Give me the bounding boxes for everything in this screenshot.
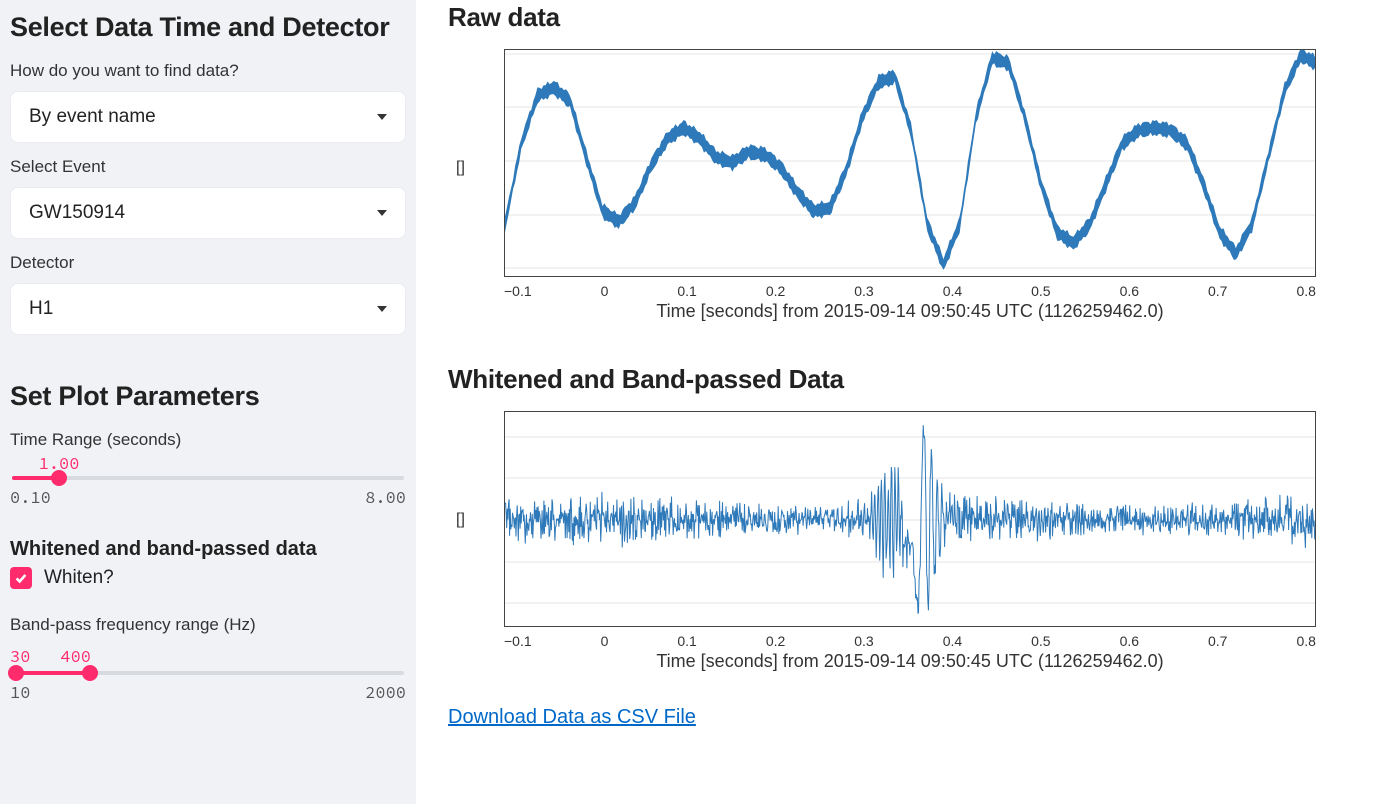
find-mode-select[interactable]: By event name (10, 91, 406, 143)
slider-thumb-lo[interactable] (8, 665, 24, 681)
chevron-down-icon (377, 210, 387, 216)
slider-thumb-hi[interactable] (82, 665, 98, 681)
slider-thumb[interactable] (51, 470, 67, 486)
sidebar-title-data: Select Data Time and Detector (10, 12, 406, 43)
whitened-line (505, 412, 1316, 627)
sidebar: Select Data Time and Detector How do you… (0, 0, 416, 804)
y-axis-label: [] (456, 159, 465, 177)
bandpass-lo-value: 30 (10, 645, 30, 667)
detector-label: Detector (10, 253, 406, 273)
whiten-checkbox[interactable] (10, 567, 32, 589)
x-axis-label: Time [seconds] from 2015-09-14 09:50:45 … (504, 301, 1316, 322)
event-select[interactable]: GW150914 (10, 187, 406, 239)
x-axis-label: Time [seconds] from 2015-09-14 09:50:45 … (504, 651, 1316, 672)
whiten-checkbox-label: Whiten? (44, 567, 114, 589)
raw-data-title: Raw data (448, 2, 1382, 33)
chevron-down-icon (377, 306, 387, 312)
main-content: Raw data ×10⁻¹⁹ [] 4 2 0 −2 −4 −0.100.10… (416, 0, 1400, 804)
detector-value: H1 (29, 298, 53, 320)
y-axis-label: [] (456, 511, 465, 529)
time-range-label: Time Range (seconds) (10, 430, 406, 450)
bandpass-max: 2000 (365, 681, 406, 703)
bandpass-hi-value: 400 (60, 645, 91, 667)
download-csv-link[interactable]: Download Data as CSV File (448, 706, 696, 729)
chevron-down-icon (377, 114, 387, 120)
whiten-subhead: Whitened and band-passed data (10, 538, 406, 561)
sidebar-title-plot: Set Plot Parameters (10, 381, 406, 412)
bandpass-min: 10 (10, 681, 30, 703)
whitened-title: Whitened and Band-passed Data (448, 364, 1382, 395)
event-value: GW150914 (29, 202, 125, 224)
bandpass-label: Band-pass frequency range (Hz) (10, 615, 406, 635)
event-label: Select Event (10, 157, 406, 177)
raw-data-chart: ×10⁻¹⁹ [] 4 2 0 −2 −4 −0.100.10.20.30.40… (504, 49, 1382, 322)
raw-line (505, 50, 1316, 277)
time-range-min: 0.10 (10, 486, 51, 508)
find-mode-value: By event name (29, 106, 156, 128)
find-mode-label: How do you want to find data? (10, 61, 406, 81)
time-range-max: 8.00 (365, 486, 406, 508)
check-icon (14, 571, 28, 585)
whitened-chart: [] 2 1 0 −1 −2 −0.100.10.20.30.40.50.60.… (504, 411, 1382, 672)
time-range-slider[interactable]: 1.00 (12, 476, 404, 480)
detector-select[interactable]: H1 (10, 283, 406, 335)
bandpass-slider[interactable] (12, 671, 404, 675)
